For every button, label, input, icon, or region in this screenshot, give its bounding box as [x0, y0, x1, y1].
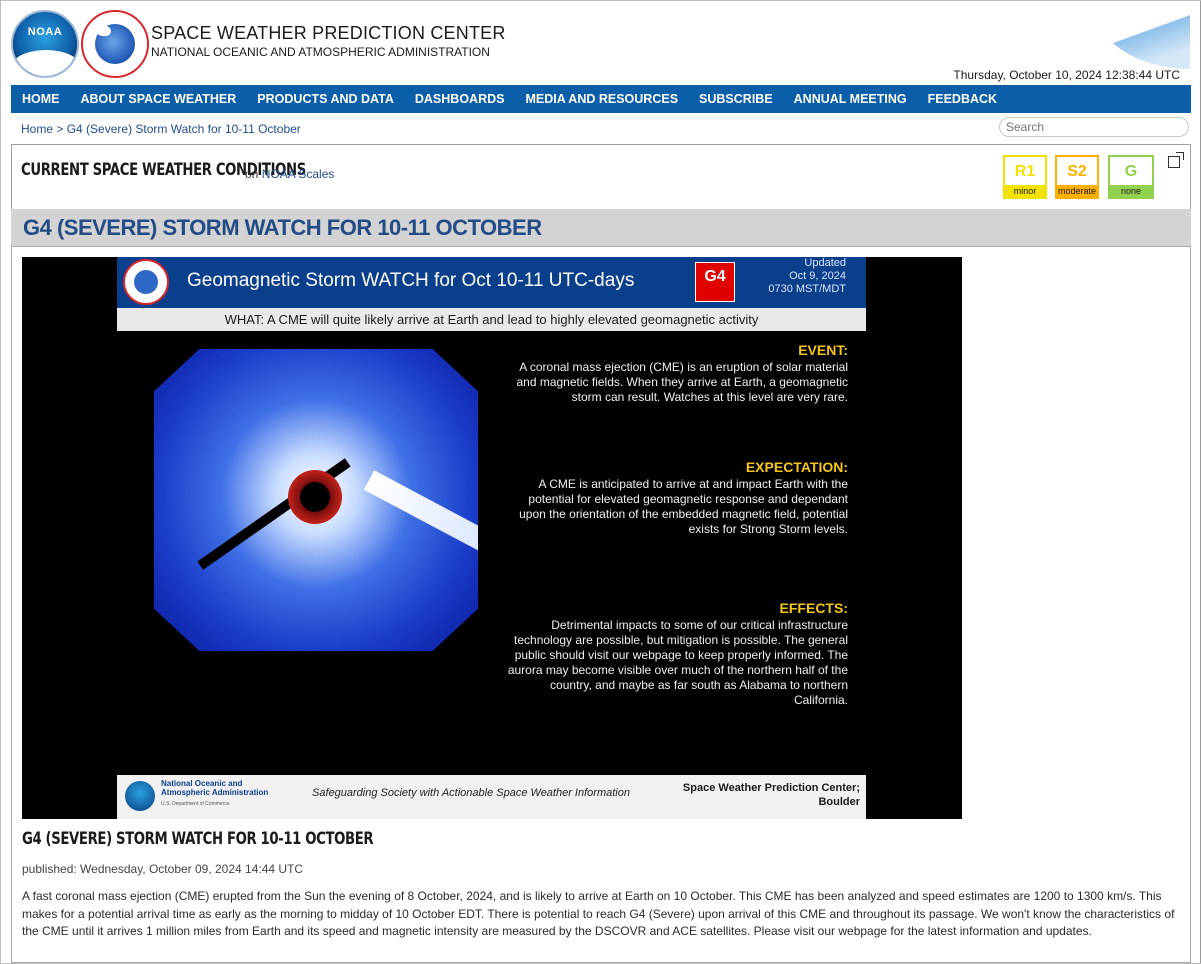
coronagraph-image: [154, 349, 478, 651]
page-headline: G4 (SEVERE) STORM WATCH FOR 10-11 OCTOBE…: [23, 215, 542, 240]
noaa-logo-text: NOAA: [27, 26, 63, 38]
breadcrumb-current[interactable]: G4 (Severe) Storm Watch for 10-11 Octobe…: [67, 122, 301, 136]
scale-r-level: minor: [1005, 185, 1045, 197]
search-input[interactable]: [999, 117, 1189, 137]
g4-badge: G4: [695, 262, 735, 302]
noaa-logo[interactable]: NOAA: [11, 10, 79, 78]
breadcrumb-bar: Home > G4 (Severe) Storm Watch for 10-11…: [11, 113, 1191, 144]
popout-icon[interactable]: [1168, 152, 1184, 168]
graphic-banner: Geomagnetic Storm WATCH for Oct 10-11 UT…: [117, 257, 866, 308]
storm-watch-graphic[interactable]: Geomagnetic Storm WATCH for Oct 10-11 UT…: [22, 257, 962, 819]
event-heading: EVENT:: [798, 342, 848, 358]
graphic-updated-date: Oct 9, 2024: [789, 270, 846, 282]
scale-s-badge[interactable]: S2 moderate: [1055, 155, 1099, 199]
breadcrumb-home[interactable]: Home: [21, 122, 53, 136]
site-title[interactable]: SPACE WEATHER PREDICTION CENTER: [151, 23, 506, 44]
graphic-updated: Updated Oct 9, 2024 0730 MST/MDT: [768, 257, 846, 296]
occulting-disk: [288, 470, 342, 524]
noaa-logo-wave: [13, 50, 77, 76]
noaa-footer-logo: [125, 781, 155, 811]
breadcrumb-separator: >: [53, 122, 67, 136]
nav-about-space-weather[interactable]: ABOUT SPACE WEATHER: [81, 92, 237, 106]
site-subtitle: NATIONAL OCEANIC AND ATMOSPHERIC ADMINIS…: [151, 45, 490, 59]
cme-streak: [363, 470, 478, 556]
graphic-what-bar: WHAT: A CME will quite likely arrive at …: [117, 308, 866, 331]
conditions-on-text: on: [245, 167, 259, 181]
nav-media-and-resources[interactable]: MEDIA AND RESOURCES: [525, 92, 678, 106]
scale-r-badge[interactable]: R1 minor: [1003, 155, 1047, 199]
footer-center-line1: Space Weather Prediction Center;: [682, 782, 860, 794]
graphic-title: Geomagnetic Storm WATCH for Oct 10-11 UT…: [187, 270, 635, 291]
footer-center: Space Weather Prediction Center; Boulder: [683, 781, 860, 809]
effects-text: Detrimental impacts to some of our criti…: [507, 618, 848, 707]
scale-s-code: S2: [1067, 163, 1087, 180]
breadcrumb: Home > G4 (Severe) Storm Watch for 10-11…: [21, 122, 301, 136]
nav-dashboards[interactable]: DASHBOARDS: [415, 92, 505, 106]
space-weather-conditions: CURRENT SPACE WEATHER CONDITIONS on NOAA…: [11, 144, 1191, 210]
nav-subscribe[interactable]: SUBSCRIBE: [699, 92, 773, 106]
nws-seal-icon: [123, 259, 169, 305]
nav-home[interactable]: HOME: [22, 92, 60, 106]
scale-g-badge[interactable]: G none: [1108, 155, 1154, 199]
noaa-scales-link[interactable]: NOAA Scales: [262, 167, 335, 181]
graphic-footer: National Oceanic and Atmospheric Adminis…: [117, 775, 866, 819]
graphic-updated-label: Updated: [804, 257, 846, 269]
footer-center-line2: Boulder: [818, 796, 860, 808]
footer-org-line1: National Oceanic and: [161, 779, 243, 788]
nws-logo-cloud: [97, 26, 111, 36]
expectation-text: A CME is anticipated to arrive at and im…: [519, 477, 848, 536]
scale-r-code: R1: [1014, 163, 1036, 180]
article-body: A fast coronal mass ejection (CME) erupt…: [22, 889, 1175, 938]
article-published: published: Wednesday, October 09, 2024 1…: [22, 862, 304, 876]
main-nav: HOME ABOUT SPACE WEATHER PRODUCTS AND DA…: [11, 85, 1191, 113]
footer-org-line2: Atmospheric Administration: [161, 788, 269, 797]
event-text: A coronal mass ejection (CME) is an erup…: [516, 360, 848, 404]
scale-g-level: none: [1110, 185, 1152, 197]
expectation-heading: EXPECTATION:: [745, 459, 848, 475]
footer-dept: U.S. Department of Commerce: [161, 801, 230, 807]
browser-page: NOAA SPACE WEATHER PREDICTION CENTER NAT…: [0, 0, 1201, 964]
effects-heading: EFFECTS:: [779, 600, 848, 616]
main-region: G4 (SEVERE) STORM WATCH FOR 10-11 OCTOBE…: [11, 209, 1191, 963]
graphic-updated-time: 0730 MST/MDT: [768, 283, 846, 295]
nav-feedback[interactable]: FEEDBACK: [928, 92, 997, 106]
footer-tagline: Safeguarding Society with Actionable Spa…: [312, 787, 630, 799]
nav-products-and-data[interactable]: PRODUCTS AND DATA: [257, 92, 394, 106]
nws-logo[interactable]: [81, 10, 149, 78]
article-title: G4 (SEVERE) STORM WATCH FOR 10-11 OCTOBE…: [22, 829, 374, 849]
scale-g-code: G: [1124, 163, 1138, 180]
scale-s-level: moderate: [1057, 185, 1097, 197]
footer-org-name: National Oceanic and Atmospheric Adminis…: [161, 779, 268, 797]
article-panel: Geomagnetic Storm WATCH for Oct 10-11 UT…: [11, 246, 1191, 963]
conditions-on-scales: on NOAA Scales: [245, 167, 334, 181]
nav-annual-meeting[interactable]: ANNUAL MEETING: [794, 92, 907, 106]
header-swirl-graphic: [1094, 5, 1190, 69]
site-header: NOAA SPACE WEATHER PREDICTION CENTER NAT…: [1, 1, 1200, 85]
current-datetime: Thursday, October 10, 2024 12:38:44 UTC: [953, 68, 1180, 82]
